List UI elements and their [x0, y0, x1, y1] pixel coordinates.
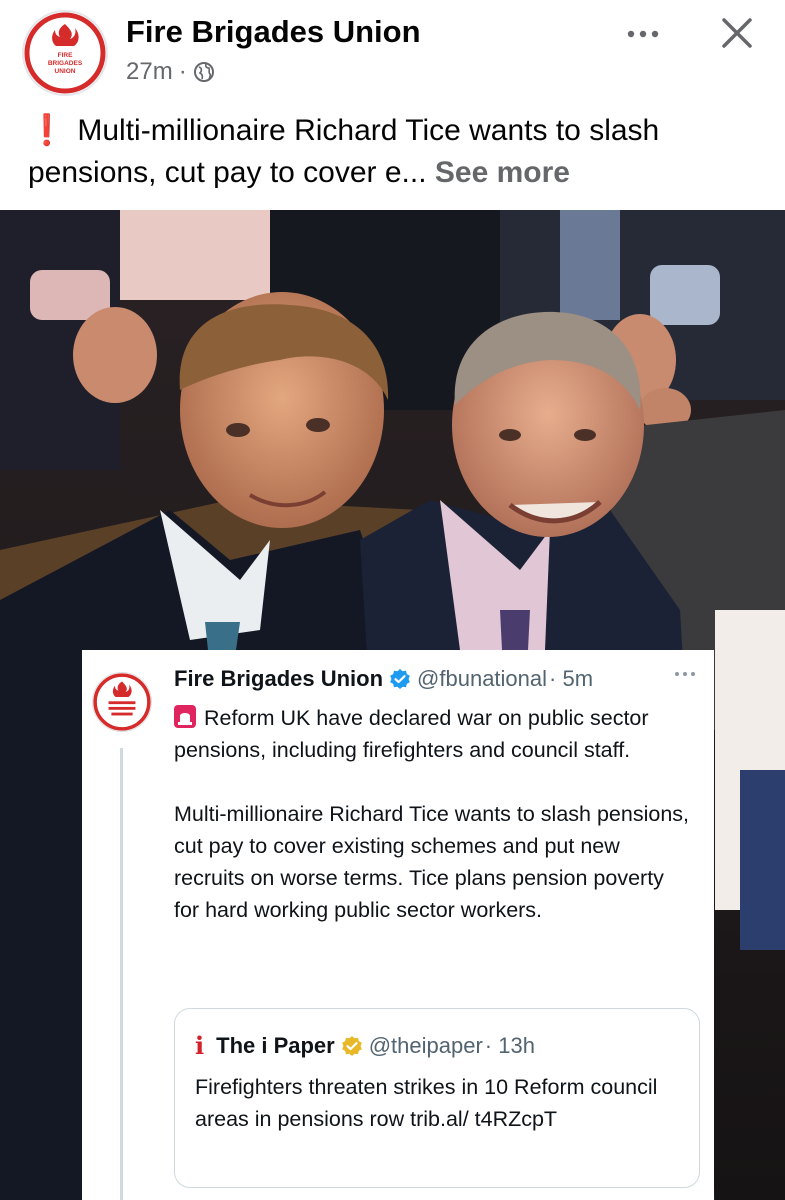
- tweet-paragraph-1-text: Reform UK have declared war on public se…: [174, 706, 649, 762]
- meta-separator: ·: [178, 58, 187, 85]
- logo-line-1: FIRE: [58, 52, 73, 59]
- logo-line-3: UNION: [55, 68, 76, 75]
- logo-line-2: BRIGADES: [48, 60, 83, 67]
- close-icon: [722, 18, 752, 48]
- more-options-icon: [627, 30, 659, 38]
- globe-icon: [193, 62, 214, 82]
- tweet-body: Reform UK have declared war on public se…: [174, 702, 694, 926]
- tweet-paragraph-1: Reform UK have declared war on public se…: [174, 702, 694, 766]
- close-button[interactable]: [712, 10, 762, 60]
- quoted-tweet[interactable]: i The i Paper @theipaper · 13h Firefight…: [174, 1008, 700, 1188]
- page-avatar[interactable]: FIRE BRIGADES UNION: [22, 10, 108, 96]
- ipaper-logo-icon: i: [195, 1031, 205, 1060]
- tweet-handle[interactable]: @fbunational: [417, 666, 547, 692]
- see-more-link[interactable]: See more: [435, 156, 570, 189]
- verified-badge-icon: [390, 669, 410, 689]
- tweet-paragraph-2: Multi-millionaire Richard Tice wants to …: [174, 802, 690, 922]
- thread-line: [120, 748, 123, 1200]
- tweet-header: Fire Brigades Union @fbunational · 5m: [174, 666, 593, 692]
- post-caption: ❗ Multi-millionaire Richard Tice wants to…: [28, 110, 768, 194]
- quoted-author-name[interactable]: The i Paper: [216, 1033, 335, 1059]
- tweet-avatar[interactable]: [92, 672, 152, 732]
- quoted-tweet-text: Firefighters threaten strikes in 10 Refo…: [195, 1075, 658, 1131]
- tweet-more-icon: [675, 672, 695, 676]
- fbu-logo-small-icon: [93, 673, 151, 731]
- verified-gold-badge-icon: [341, 1035, 362, 1056]
- post-meta: 27m ·: [126, 58, 215, 86]
- more-options-button[interactable]: [618, 14, 668, 54]
- fbu-logo-icon: FIRE BRIGADES UNION: [24, 12, 106, 94]
- exclamation-icon: ❗: [28, 114, 66, 147]
- siren-emoji-icon: [174, 705, 196, 728]
- quoted-tweet-header: i The i Paper @theipaper · 13h: [195, 1031, 535, 1060]
- post-header: FIRE BRIGADES UNION Fire Brigades Union …: [0, 0, 785, 210]
- post-time[interactable]: 27m: [126, 58, 173, 86]
- embedded-tweet[interactable]: Fire Brigades Union @fbunational · 5m Re…: [82, 650, 714, 1200]
- quoted-handle[interactable]: @theipaper: [369, 1033, 483, 1059]
- tweet-more-button[interactable]: [670, 664, 700, 684]
- quoted-time[interactable]: · 13h: [485, 1033, 535, 1059]
- post-photo[interactable]: Fire Brigades Union @fbunational · 5m Re…: [0, 210, 785, 1200]
- tweet-author-name[interactable]: Fire Brigades Union: [174, 666, 383, 692]
- page-name-link[interactable]: Fire Brigades Union: [126, 14, 421, 50]
- tweet-time[interactable]: · 5m: [549, 666, 593, 692]
